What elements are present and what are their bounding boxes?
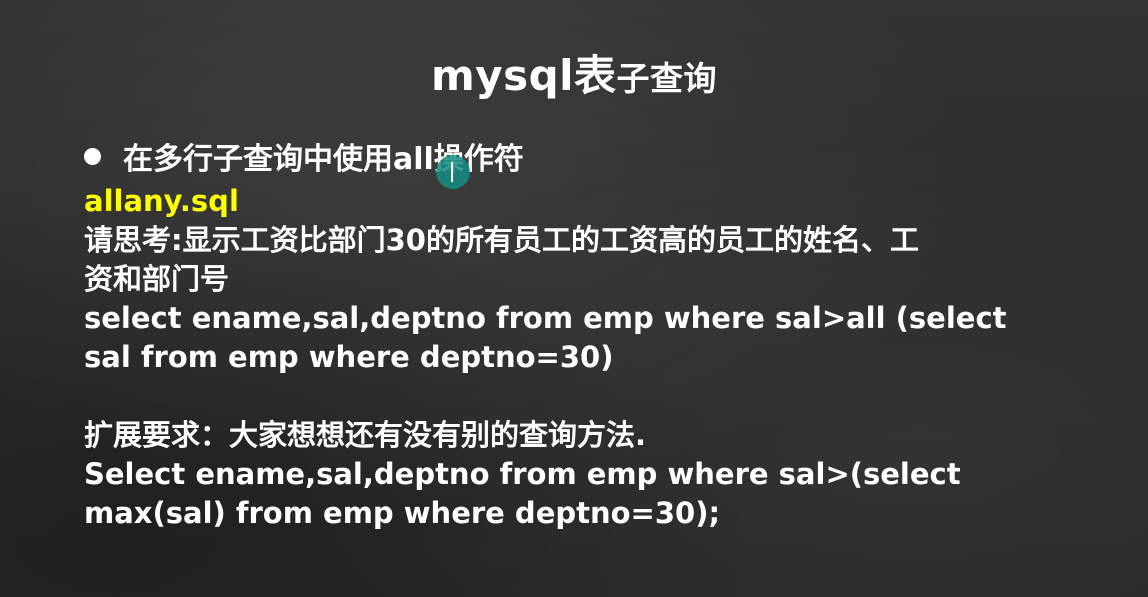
title-main: mysql表 bbox=[430, 51, 617, 100]
sql-query-2-line-2: max(sal) from emp where deptno=30); bbox=[84, 496, 721, 530]
bullet-item: 在多行子查询中使用all操作符 bbox=[84, 140, 524, 180]
slide-body: allany.sql 请思考:显示工资比部门30的所有员工的工资高的员工的姓名、… bbox=[84, 182, 1084, 533]
sql-query-2-line-1: Select ename,sal,deptno from emp where s… bbox=[84, 457, 961, 491]
sql-query-1-line-2: sal from emp where deptno=30) bbox=[84, 340, 614, 374]
file-name: allany.sql bbox=[84, 184, 239, 218]
question-line-1: 请思考:显示工资比部门30的所有员工的工资高的员工的姓名、工 bbox=[84, 223, 919, 257]
slide: mysql表子查询 在多行子查询中使用all操作符 allany.sql 请思考… bbox=[0, 0, 1148, 597]
extension-requirement: 扩展要求：大家想想还有没有别的查询方法. bbox=[84, 418, 647, 452]
slide-title: mysql表子查询 bbox=[0, 48, 1148, 107]
bullet-icon bbox=[84, 148, 101, 165]
sql-query-1-line-1: select ename,sal,deptno from emp where s… bbox=[84, 301, 1007, 335]
question-line-2: 资和部门号 bbox=[84, 262, 230, 296]
bullet-text: 在多行子查询中使用all操作符 bbox=[123, 142, 524, 177]
title-sub: 子查询 bbox=[616, 59, 718, 98]
